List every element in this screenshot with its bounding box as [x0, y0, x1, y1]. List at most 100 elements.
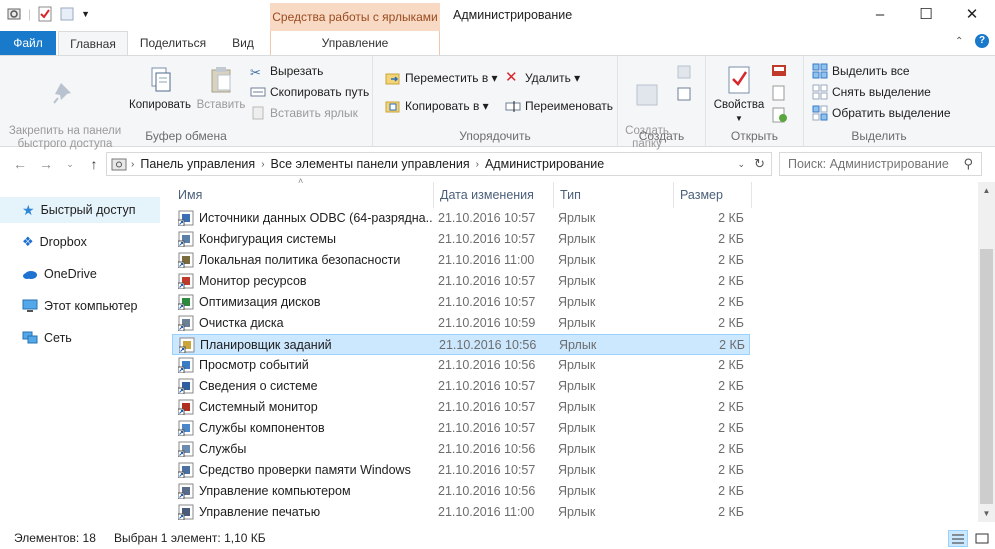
tab-file[interactable]: Файл [0, 31, 56, 55]
table-row[interactable]: Службы 21.10.2016 10:56 Ярлык 2 КБ [172, 439, 750, 460]
column-header-date[interactable]: Дата изменения [434, 182, 554, 208]
tab-share[interactable]: Поделиться [132, 31, 214, 55]
search-input[interactable] [780, 153, 950, 175]
breadcrumb-separator-icon[interactable]: › [131, 159, 134, 170]
large-icons-view-icon[interactable] [972, 530, 992, 547]
move-to-button[interactable]: Переместить в ▾ [385, 68, 498, 88]
back-arrow-icon[interactable]: ← [10, 154, 30, 174]
easy-access-icon[interactable] [676, 86, 696, 104]
open-icon[interactable] [770, 62, 792, 80]
table-row[interactable]: Конфигурация системы 21.10.2016 10:57 Ярлы… [172, 229, 750, 250]
delete-button[interactable]: ✕ Удалить ▾ [505, 68, 580, 88]
table-row[interactable]: Просмотр событий 21.10.2016 10:56 Ярлык 2 К… [172, 355, 750, 376]
select-all-label: Выделить все [832, 64, 910, 78]
select-none-button[interactable]: Снять выделение [812, 82, 931, 102]
details-view-icon[interactable] [948, 530, 968, 547]
table-row[interactable]: Планировщик заданий 21.10.2016 10:56 Ярлык… [172, 334, 750, 355]
breadcrumb-separator-icon[interactable]: › [261, 159, 264, 170]
table-row[interactable]: Источники данных ODBC (64-разрядна... 21.… [172, 208, 750, 229]
shortcut-icon [178, 504, 194, 520]
paste-shortcut-button[interactable]: Вставить ярлык [250, 103, 358, 123]
navigation-bar: ← → ⌄ ↑ › Панель управления › Все элемен… [0, 150, 995, 178]
edit-icon[interactable] [770, 84, 792, 102]
table-row[interactable]: Службы компонентов 21.10.2016 10:57 Ярлык 2… [172, 418, 750, 439]
recent-locations-chevron-icon[interactable]: ⌄ [60, 154, 80, 174]
properties-gear-icon[interactable] [6, 6, 22, 22]
file-size: 2 КБ [718, 379, 744, 393]
cut-button[interactable]: ✂ Вырезать [250, 61, 323, 81]
new-group: Создать папку Создать [618, 56, 706, 150]
column-header-name[interactable]: Имя [172, 182, 434, 208]
column-header-size[interactable]: Размер [674, 182, 752, 208]
collapse-ribbon-icon[interactable]: ⌃ [955, 36, 963, 47]
copy-path-button[interactable]: Скопировать путь [250, 82, 369, 102]
nav-item-quick-access[interactable]: ★ Быстрый доступ [0, 197, 160, 223]
breadcrumb-control-panel[interactable]: Панель управления [140, 157, 255, 171]
search-box[interactable]: ⚲ [779, 152, 982, 176]
open-group-label: Открыть [730, 129, 779, 143]
item-count: Элементов: 18 [14, 531, 96, 545]
shortcut-icon [179, 337, 195, 353]
close-button[interactable]: ✕ [949, 0, 995, 31]
checkmark-properties-icon[interactable] [37, 6, 53, 22]
file-size: 2 КБ [718, 505, 744, 519]
nav-item-onedrive[interactable]: OneDrive [0, 261, 160, 287]
invert-selection-button[interactable]: Обратить выделение [812, 103, 951, 123]
file-date: 21.10.2016 10:57 [438, 274, 536, 288]
minimize-button[interactable]: – [857, 0, 903, 31]
file-date: 21.10.2016 10:57 [438, 463, 536, 477]
column-header-type[interactable]: Тип [554, 182, 674, 208]
paste-shortcut-label: Вставить ярлык [270, 106, 358, 120]
file-name: Монитор ресурсов [199, 274, 307, 288]
nav-item-dropbox[interactable]: ❖ Dropbox [0, 229, 160, 255]
new-folder-icon[interactable] [59, 6, 75, 22]
table-row[interactable]: Управление печатью 21.10.2016 11:00 Ярлык 2… [172, 502, 750, 523]
shortcut-icon [178, 378, 194, 394]
breadcrumb-administration[interactable]: Администрирование [485, 157, 604, 171]
paste-button[interactable]: Вставить [194, 64, 248, 112]
tab-view[interactable]: Вид [220, 31, 266, 55]
table-row[interactable]: Сведения о системе 21.10.2016 10:57 Ярлык 2… [172, 376, 750, 397]
select-all-button[interactable]: Выделить все [812, 61, 910, 81]
table-row[interactable]: Управление компьютером 21.10.2016 10:56 Яр… [172, 481, 750, 502]
tab-home[interactable]: Главная [58, 31, 128, 55]
scroll-down-icon[interactable]: ▼ [978, 505, 995, 522]
search-icon[interactable]: ⚲ [963, 156, 973, 172]
address-bar[interactable]: › Панель управления › Все элементы панел… [106, 152, 772, 176]
up-arrow-icon[interactable]: ↑ [84, 154, 104, 174]
table-row[interactable]: Системный монитор 21.10.2016 10:57 Ярлык 2 … [172, 397, 750, 418]
table-row[interactable]: Оптимизация дисков 21.10.2016 10:57 Ярлык 2… [172, 292, 750, 313]
vertical-scrollbar[interactable]: ▲ ▼ [978, 182, 995, 522]
history-icon[interactable] [770, 106, 792, 124]
copy-to-button[interactable]: Копировать в ▾ [385, 96, 489, 116]
move-to-label: Переместить в ▾ [405, 71, 498, 85]
qat-dropdown-icon[interactable]: ▼ [81, 9, 90, 19]
delete-x-icon: ✕ [505, 69, 518, 86]
rename-button[interactable]: Переименовать [505, 96, 613, 116]
scrollbar-thumb[interactable] [980, 249, 993, 504]
copy-label: Копировать [129, 99, 191, 111]
maximize-button[interactable]: ☐ [903, 0, 949, 31]
tab-manage[interactable]: Управление [270, 31, 440, 55]
forward-arrow-icon[interactable]: → [36, 154, 56, 174]
refresh-icon[interactable]: ↻ [754, 156, 765, 172]
breadcrumb-all-items[interactable]: Все элементы панели управления [271, 157, 470, 171]
file-type: Ярлык [558, 463, 596, 477]
help-icon[interactable]: ? [975, 34, 989, 48]
file-name: Сведения о системе [199, 379, 318, 393]
scroll-up-icon[interactable]: ▲ [978, 182, 995, 199]
table-row[interactable]: Очистка диска 21.10.2016 10:59 Ярлык 2 КБ [172, 313, 750, 334]
breadcrumb-separator-icon[interactable]: › [476, 159, 479, 170]
nav-item-network[interactable]: Сеть [0, 325, 160, 351]
file-name: Просмотр событий [199, 358, 309, 372]
properties-button[interactable]: Свойства ▼ [710, 64, 768, 125]
address-dropdown-icon[interactable]: ⌄ [737, 159, 745, 170]
copy-button[interactable]: Копировать [126, 64, 194, 112]
nav-item-this-pc[interactable]: Этот компьютер [0, 293, 160, 319]
table-row[interactable]: Средство проверки памяти Windows 21.10.20… [172, 460, 750, 481]
navigation-pane: ★ Быстрый доступ ❖ Dropbox OneDrive Этот… [0, 182, 160, 522]
new-item-icon[interactable] [676, 64, 696, 82]
table-row[interactable]: Локальная политика безопасности 21.10.201… [172, 250, 750, 271]
file-type: Ярлык [558, 505, 596, 519]
table-row[interactable]: Монитор ресурсов 21.10.2016 10:57 Ярлык 2 К… [172, 271, 750, 292]
